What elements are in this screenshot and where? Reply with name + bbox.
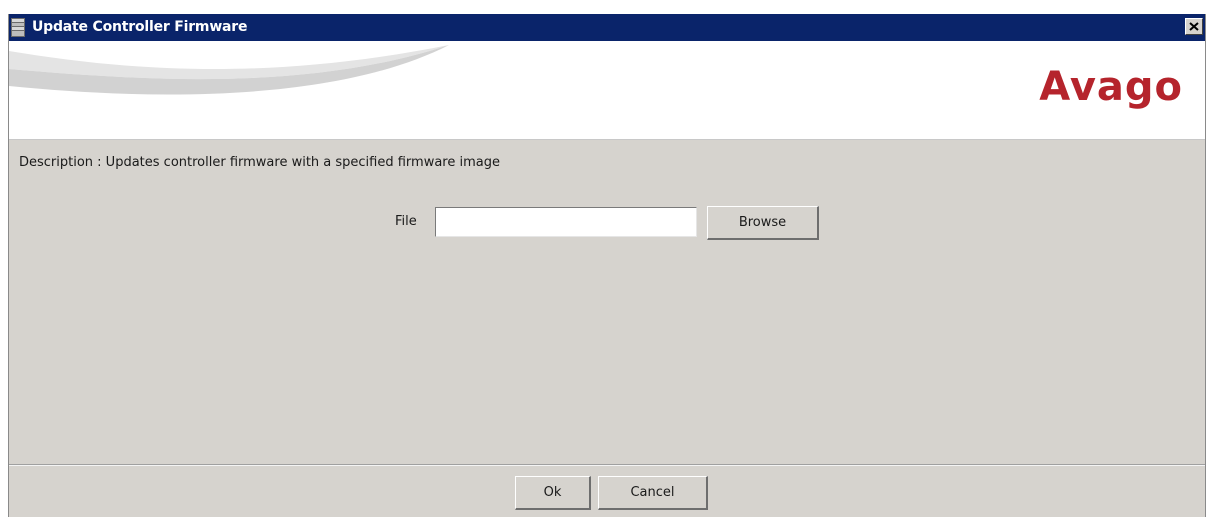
footer-divider: [9, 464, 1205, 466]
browse-button[interactable]: Browse: [707, 206, 819, 240]
title-bar[interactable]: Update Controller Firmware: [9, 14, 1205, 41]
description-text: Description : Updates controller firmwar…: [19, 155, 500, 170]
header-banner: Avago: [9, 41, 1205, 140]
close-button[interactable]: [1185, 18, 1203, 35]
close-icon: [1189, 22, 1199, 31]
file-label: File: [395, 214, 417, 229]
window-title: Update Controller Firmware: [32, 19, 248, 35]
ok-button[interactable]: Ok: [515, 476, 591, 510]
cancel-button[interactable]: Cancel: [598, 476, 708, 510]
avago-logo: Avago: [1039, 64, 1183, 110]
server-icon: [11, 18, 25, 37]
banner-swoosh: [9, 45, 449, 95]
update-firmware-dialog: Update Controller Firmware Avago Descrip…: [8, 14, 1206, 517]
file-path-input[interactable]: [435, 207, 697, 237]
